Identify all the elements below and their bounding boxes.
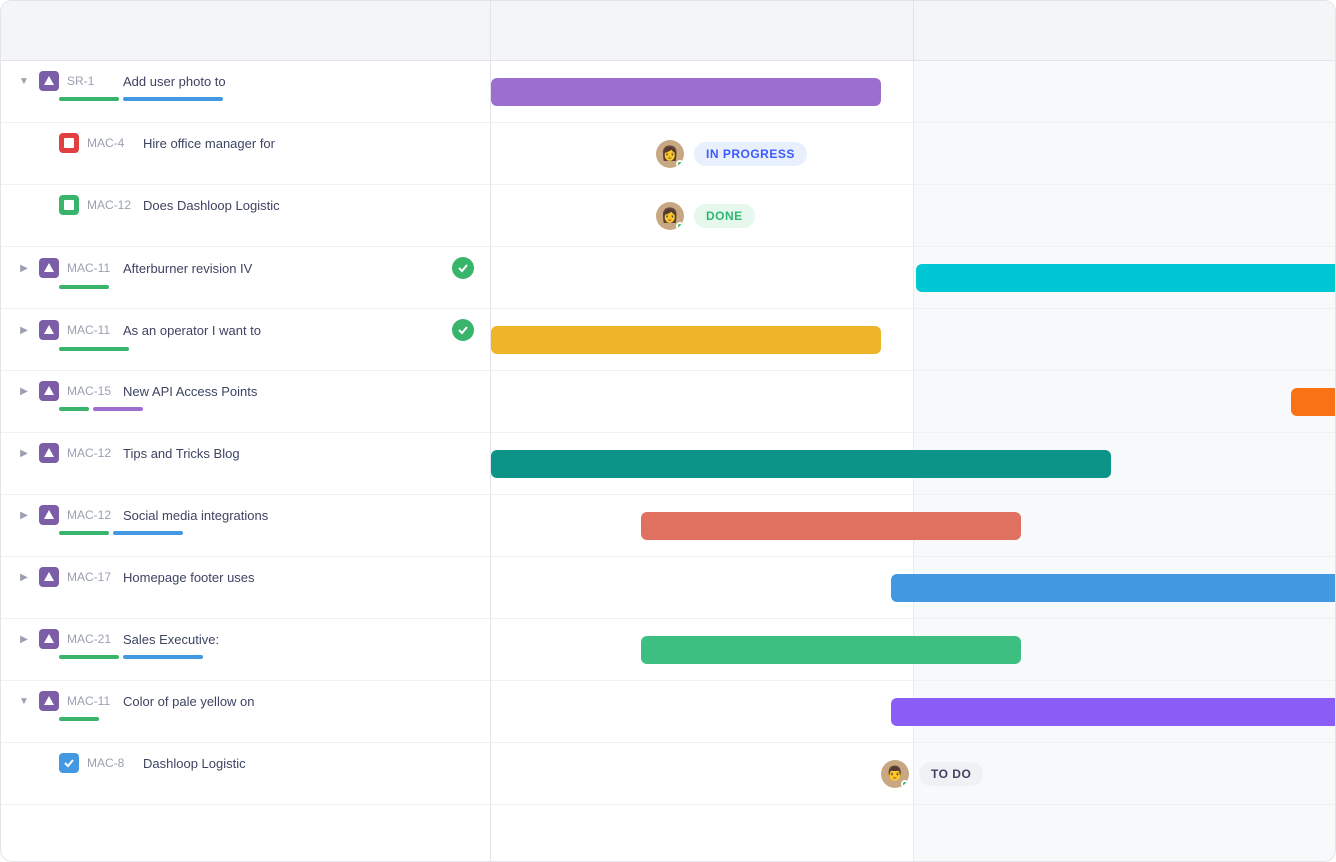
issue-icon (59, 133, 79, 153)
chevron-icon[interactable]: ▶ (17, 508, 31, 522)
issue-icon (39, 691, 59, 711)
chevron-icon[interactable]: ▶ (17, 570, 31, 584)
issue-id: MAC-12 (67, 508, 115, 522)
progress-bars (17, 717, 474, 721)
header-epic (1, 1, 491, 60)
issue-id: MAC-17 (67, 570, 115, 584)
epic-row-mac4: MAC-4 Hire office manager for (1, 123, 490, 185)
issue-title: Hire office manager for (143, 136, 474, 151)
issue-icon (39, 258, 59, 278)
issue-id: MAC-8 (87, 756, 135, 770)
issue-title: Dashloop Logistic (143, 756, 474, 771)
epic-row-mac12c: ▶ MAC-12 Social media integrations (1, 495, 490, 557)
progress-bar (113, 531, 183, 535)
issue-icon (39, 71, 59, 91)
progress-bars (17, 531, 474, 535)
left-panel: ▼ SR-1 Add user photo to MAC-4 Hire office m… (1, 61, 491, 861)
header (1, 1, 1335, 61)
progress-bar (59, 717, 99, 721)
chevron-icon[interactable]: ▶ (17, 446, 31, 460)
issue-icon (39, 443, 59, 463)
done-badge (452, 257, 474, 279)
progress-bars (17, 285, 474, 289)
issue-icon (39, 320, 59, 340)
chevron-icon[interactable]: ▼ (17, 74, 31, 88)
done-badge (452, 319, 474, 341)
epic-row-mac21: ▶ MAC-21 Sales Executive: (1, 619, 490, 681)
progress-bar (123, 97, 223, 101)
issue-title: Homepage footer uses (123, 570, 474, 585)
chevron-icon[interactable]: ▶ (17, 632, 31, 646)
chevron-icon[interactable] (37, 136, 51, 150)
header-jun (914, 1, 1336, 60)
issue-id: MAC-11 (67, 261, 115, 275)
progress-bar (59, 655, 119, 659)
epic-row-mac17: ▶ MAC-17 Homepage footer uses (1, 557, 490, 619)
progress-bar (59, 531, 109, 535)
right-panel: 👩IN PROGRESS👩DONE👨TO DO (491, 61, 1335, 861)
body: ▼ SR-1 Add user photo to MAC-4 Hire office m… (1, 61, 1335, 861)
gantt-col-may (491, 61, 914, 861)
issue-title: Color of pale yellow on (123, 694, 474, 709)
issue-id: MAC-15 (67, 384, 115, 398)
issue-title: Tips and Tricks Blog (123, 446, 474, 461)
issue-title: New API Access Points (123, 384, 474, 399)
progress-bar (93, 407, 143, 411)
issue-title: Afterburner revision IV (123, 261, 444, 276)
epic-row-mac15: ▶ MAC-15 New API Access Points (1, 371, 490, 433)
issue-id: MAC-12 (87, 198, 135, 212)
progress-bar (59, 97, 119, 101)
gantt-col-jun (914, 61, 1336, 861)
issue-icon (39, 629, 59, 649)
chevron-icon[interactable] (37, 756, 51, 770)
issue-title: Add user photo to (123, 74, 474, 89)
progress-bars (17, 347, 474, 351)
issue-id: MAC-11 (67, 694, 115, 708)
issue-id: MAC-4 (87, 136, 135, 150)
issue-id: MAC-21 (67, 632, 115, 646)
progress-bar (59, 347, 129, 351)
issue-icon (39, 567, 59, 587)
issue-title: As an operator I want to (123, 323, 444, 338)
chevron-icon[interactable]: ▶ (17, 261, 31, 275)
app-container: ▼ SR-1 Add user photo to MAC-4 Hire office m… (0, 0, 1336, 862)
issue-icon (39, 381, 59, 401)
epic-row-mac11a: ▶ MAC-11 Afterburner revision IV (1, 247, 490, 309)
progress-bar (59, 407, 89, 411)
epic-row-mac12a: MAC-12 Does Dashloop Logistic (1, 185, 490, 247)
chevron-icon[interactable] (37, 198, 51, 212)
gantt-grid (491, 61, 1335, 861)
issue-id: SR-1 (67, 74, 115, 88)
issue-icon (59, 753, 79, 773)
progress-bars (17, 407, 474, 411)
issue-title: Sales Executive: (123, 632, 474, 647)
chevron-icon[interactable]: ▶ (17, 323, 31, 337)
progress-bar (59, 285, 109, 289)
epic-row-mac8: MAC-8 Dashloop Logistic (1, 743, 490, 805)
header-may (491, 1, 914, 60)
chevron-icon[interactable]: ▶ (17, 384, 31, 398)
epic-row-mac11b: ▶ MAC-11 As an operator I want to (1, 309, 490, 371)
epic-row-mac11c: ▼ MAC-11 Color of pale yellow on (1, 681, 490, 743)
chevron-icon[interactable]: ▼ (17, 694, 31, 708)
progress-bars (17, 97, 474, 101)
progress-bars (17, 655, 474, 659)
issue-icon (39, 505, 59, 525)
epic-row-mac12b: ▶ MAC-12 Tips and Tricks Blog (1, 433, 490, 495)
issue-id: MAC-11 (67, 323, 115, 337)
issue-title: Does Dashloop Logistic (143, 198, 474, 213)
progress-bar (123, 655, 203, 659)
issue-id: MAC-12 (67, 446, 115, 460)
epic-row-sr1: ▼ SR-1 Add user photo to (1, 61, 490, 123)
issue-title: Social media integrations (123, 508, 474, 523)
issue-icon (59, 195, 79, 215)
